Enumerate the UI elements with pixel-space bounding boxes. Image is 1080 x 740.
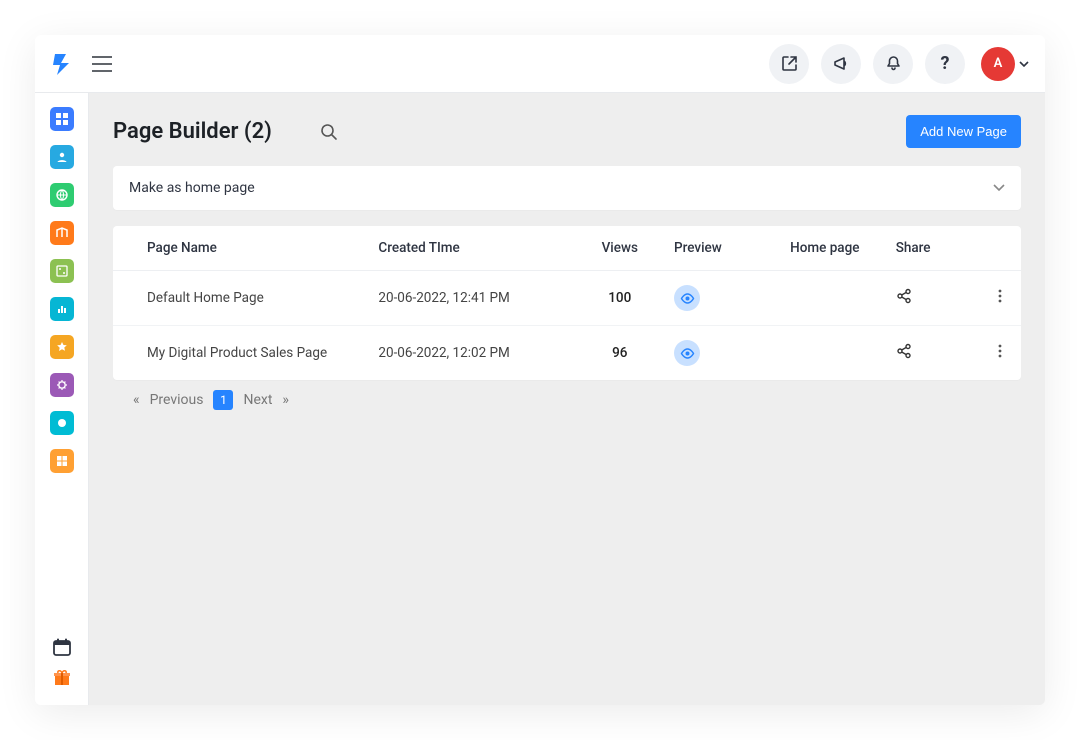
table-row: Default Home Page 20-06-2022, 12:41 PM 1… — [113, 271, 1021, 326]
pages-table: Page Name Created TIme Views Preview Hom… — [113, 226, 1021, 380]
share-button[interactable] — [896, 288, 912, 304]
calendar-icon[interactable] — [52, 637, 72, 657]
cell-share — [884, 271, 979, 326]
cell-views: 96 — [578, 326, 662, 381]
pager-last[interactable]: » — [282, 392, 289, 408]
sidebar-item-6[interactable] — [50, 297, 74, 321]
pager-next[interactable]: Next — [243, 392, 272, 408]
cell-name[interactable]: My Digital Product Sales Page — [113, 326, 366, 381]
user-avatar[interactable]: A — [981, 47, 1015, 81]
main-content: Page Builder (2) Add New Page Make as ho… — [89, 93, 1045, 705]
pager-first[interactable]: « — [133, 392, 140, 408]
search-icon[interactable] — [320, 123, 338, 141]
app-body: Page Builder (2) Add New Page Make as ho… — [35, 93, 1045, 705]
top-bar: ? A — [35, 35, 1045, 93]
cell-home — [778, 326, 884, 381]
chevron-down-icon — [993, 184, 1005, 192]
app-logo[interactable] — [45, 47, 79, 81]
preview-button[interactable] — [674, 285, 700, 311]
col-share: Share — [884, 226, 979, 271]
make-home-label: Make as home page — [129, 180, 255, 196]
help-button[interactable]: ? — [925, 44, 965, 84]
sidebar — [35, 93, 89, 705]
col-page-name: Page Name — [113, 226, 366, 271]
share-button[interactable] — [896, 343, 912, 359]
cell-home — [778, 271, 884, 326]
pager-prev[interactable]: Previous — [150, 392, 204, 408]
cell-name[interactable]: Default Home Page — [113, 271, 366, 326]
col-home: Home page — [778, 226, 884, 271]
table-row: My Digital Product Sales Page 20-06-2022… — [113, 326, 1021, 381]
cell-created: 20-06-2022, 12:41 PM — [366, 271, 577, 326]
menu-toggle[interactable] — [85, 47, 119, 81]
cell-share — [884, 326, 979, 381]
preview-button[interactable] — [674, 340, 700, 366]
app-frame: ? A — [35, 35, 1045, 705]
notifications-button[interactable] — [873, 44, 913, 84]
cell-preview — [662, 326, 778, 381]
col-created: Created TIme — [366, 226, 577, 271]
sidebar-item-4[interactable] — [50, 221, 74, 245]
announcements-button[interactable] — [821, 44, 861, 84]
sidebar-item-9[interactable] — [50, 411, 74, 435]
sidebar-item-2[interactable] — [50, 145, 74, 169]
make-home-panel[interactable]: Make as home page — [113, 166, 1021, 210]
sidebar-item-7[interactable] — [50, 335, 74, 359]
pager-page-1[interactable]: 1 — [213, 390, 233, 410]
col-views: Views — [578, 226, 662, 271]
title-bar: Page Builder (2) Add New Page — [113, 115, 1021, 148]
pagination: « Previous 1 Next » — [113, 390, 1021, 410]
cell-preview — [662, 271, 778, 326]
user-menu-caret[interactable] — [1019, 61, 1029, 67]
open-external-button[interactable] — [769, 44, 809, 84]
sidebar-item-5[interactable] — [50, 259, 74, 283]
row-menu-button[interactable] — [991, 289, 1009, 303]
col-preview: Preview — [662, 226, 778, 271]
sidebar-item-10[interactable] — [50, 449, 74, 473]
gift-icon[interactable] — [52, 667, 72, 687]
sidebar-item-3[interactable] — [50, 183, 74, 207]
sidebar-item-1[interactable] — [50, 107, 74, 131]
sidebar-item-8[interactable] — [50, 373, 74, 397]
page-title: Page Builder (2) — [113, 119, 272, 144]
row-menu-button[interactable] — [991, 344, 1009, 358]
col-actions — [979, 226, 1021, 271]
cell-created: 20-06-2022, 12:02 PM — [366, 326, 577, 381]
add-new-page-button[interactable]: Add New Page — [906, 115, 1021, 148]
cell-views: 100 — [578, 271, 662, 326]
